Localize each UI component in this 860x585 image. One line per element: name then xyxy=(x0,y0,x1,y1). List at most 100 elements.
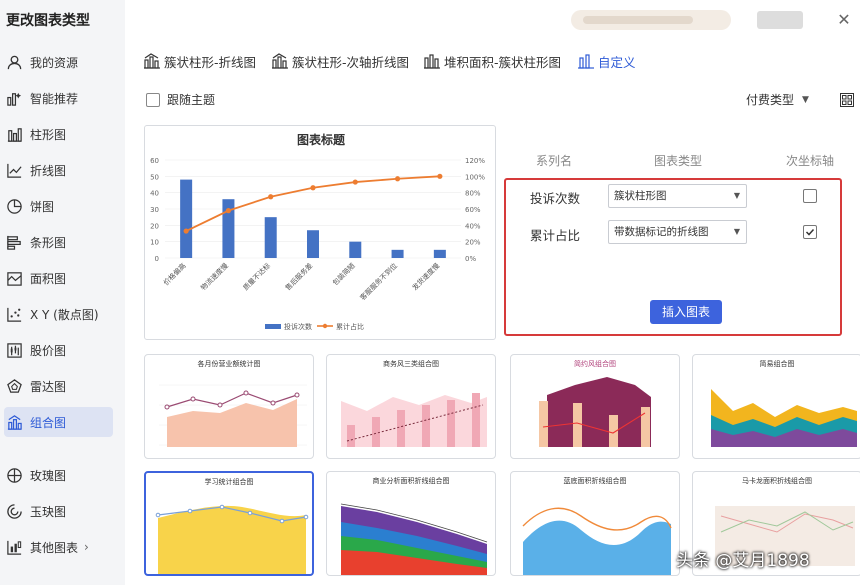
sidebar-item-scatter[interactable]: X Y (散点图) xyxy=(4,299,113,329)
sidebar-item-line[interactable]: 折线图 xyxy=(4,155,113,185)
follow-theme-label: 跟随主题 xyxy=(167,93,216,107)
check-icon xyxy=(805,228,815,236)
bar xyxy=(391,249,404,258)
template-thumbnail[interactable]: 商业分析面积折线组合图 xyxy=(326,471,496,576)
template-thumbnail[interactable]: 简约风组合图 xyxy=(510,354,680,459)
sidebar-item-combo[interactable]: 组合图 xyxy=(4,407,113,437)
tab-label: 簇状柱形-次轴折线图 xyxy=(292,54,410,70)
series-type-select[interactable]: 簇状柱形图 ▼ xyxy=(608,184,747,208)
template-thumbnail[interactable]: 商务风三类组合图 xyxy=(326,354,496,459)
series-name: 投诉次数 xyxy=(530,191,581,206)
thumbnail-chart xyxy=(711,389,857,447)
user-icon xyxy=(5,53,23,71)
avatar[interactable] xyxy=(757,11,803,29)
caret-down-icon: ▼ xyxy=(733,227,740,236)
secondary-axis-checkbox[interactable] xyxy=(803,189,817,203)
checkbox-box xyxy=(146,92,160,107)
tab-clustered-column-line[interactable]: 簇状柱形-折线图 xyxy=(143,50,256,72)
sidebar-item-radar[interactable]: 雷达图 xyxy=(4,371,113,401)
line-point xyxy=(268,194,274,200)
legend-marker xyxy=(322,323,328,329)
sidebar-item-my-resources[interactable]: 我的资源 xyxy=(4,47,113,77)
y-tick-label: 50 xyxy=(150,173,159,181)
custom-chart-icon xyxy=(578,54,594,69)
y-tick-label: 20 xyxy=(150,222,159,230)
sidebar-item-bar[interactable]: 条形图 xyxy=(4,227,113,257)
template-thumbnail[interactable]: 各月份营业额统计图 xyxy=(144,354,314,459)
series-type-value: 簇状柱形图 xyxy=(614,190,667,202)
x-tick-label: 客服服务不到位 xyxy=(358,261,399,302)
y-tick-label: 30 xyxy=(150,206,159,214)
y-tick-label: 60 xyxy=(150,157,159,165)
thumbnail-chart xyxy=(522,507,672,575)
template-thumbnail[interactable]: 简易组合图 xyxy=(692,354,860,459)
y-tick-label: 0 xyxy=(155,255,159,263)
series-name-header: 系列名 xyxy=(536,154,573,168)
sidebar-item-jade-ring[interactable]: 玉玦图 xyxy=(4,496,113,526)
bar-chart-icon xyxy=(5,233,23,251)
series-type-select[interactable]: 带数据标记的折线图 ▼ xyxy=(608,220,747,244)
tab-label: 堆积面积-簇状柱形图 xyxy=(444,54,562,70)
bar xyxy=(307,230,319,258)
sidebar-item-label: 面积图 xyxy=(30,271,67,286)
rose-chart-icon xyxy=(5,466,23,484)
template-thumbnail[interactable]: 蓝底面积折线组合图 xyxy=(510,471,680,576)
thumbnail-chart xyxy=(159,384,307,447)
secondary-axis-checkbox[interactable] xyxy=(803,225,817,239)
pay-type-dropdown[interactable]: 付费类型 ▼ xyxy=(746,91,809,108)
sidebar-item-stock[interactable]: 股价图 xyxy=(4,335,113,365)
pie-chart-icon xyxy=(5,197,23,215)
stacked-column-icon xyxy=(424,54,440,69)
tab-clustered-column-secondary-line[interactable]: 簇状柱形-次轴折线图 xyxy=(271,50,409,72)
sidebar-item-pie[interactable]: 饼图 xyxy=(4,191,113,221)
scatter-chart-icon xyxy=(5,305,23,323)
thumbnail-chart xyxy=(155,504,309,574)
y2-tick-label: 20% xyxy=(465,239,481,247)
grid-view-icon[interactable] xyxy=(840,93,854,107)
tab-stacked-area-column[interactable]: 堆积面积-簇状柱形图 xyxy=(423,50,561,72)
sidebar-item-smart-recommend[interactable]: 智能推荐 xyxy=(4,83,113,113)
y2-tick-label: 40% xyxy=(465,222,481,230)
sidebar-item-label: 雷达图 xyxy=(30,379,67,394)
bar xyxy=(264,217,277,258)
template-thumbnail-selected[interactable]: 学习统计组合图 xyxy=(144,471,314,576)
secondary-axis-header: 次坐标轴 xyxy=(786,154,835,168)
line-point xyxy=(310,185,316,191)
line-chart-icon xyxy=(5,161,23,179)
thumbnail-chart xyxy=(341,393,487,447)
area-chart-icon xyxy=(5,269,23,287)
y-tick-label: 10 xyxy=(150,239,159,247)
sidebar-item-area[interactable]: 面积图 xyxy=(4,263,113,293)
sidebar-item-other[interactable]: 其他图表 › xyxy=(4,532,113,562)
follow-theme-checkbox[interactable]: 跟随主题 xyxy=(146,91,215,108)
x-tick-label: 物流速度慢 xyxy=(199,261,230,292)
sidebar-item-label: 我的资源 xyxy=(30,55,79,70)
chart-title: 图表标题 xyxy=(297,132,346,147)
account-banner xyxy=(571,10,731,30)
line-point xyxy=(394,176,401,182)
y2-tick-label: 100% xyxy=(465,173,485,181)
series-type-value: 带数据标记的折线图 xyxy=(614,226,709,238)
sidebar-item-label: 条形图 xyxy=(30,235,67,250)
sidebar-item-label: 智能推荐 xyxy=(30,91,79,106)
x-tick-label: 价格偏高 xyxy=(161,261,187,287)
tab-custom[interactable]: 自定义 xyxy=(577,50,636,72)
line-point xyxy=(225,208,232,214)
sidebar: 更改图表类型 我的资源 智能推荐 柱形图 折线图 饼图 条形图 面积图 X Y … xyxy=(0,0,125,585)
sidebar-item-label: 股价图 xyxy=(30,343,67,358)
sidebar-item-label: 玉玦图 xyxy=(30,504,67,519)
combo-chart-icon xyxy=(144,53,160,69)
caret-down-icon: ▼ xyxy=(733,191,740,200)
caret-down-icon: ▼ xyxy=(802,94,809,105)
jade-ring-chart-icon xyxy=(5,502,23,520)
stock-chart-icon xyxy=(5,341,23,359)
line-point xyxy=(183,228,189,234)
insert-chart-button[interactable]: 插入图表 xyxy=(650,300,722,324)
sidebar-item-label: X Y (散点图) xyxy=(30,307,99,322)
sidebar-item-column[interactable]: 柱形图 xyxy=(4,119,113,149)
x-tick-label: 包装简陋 xyxy=(331,261,357,287)
sidebar-item-rose[interactable]: 玫瑰图 xyxy=(4,460,113,490)
bar xyxy=(222,199,235,258)
sidebar-item-label: 折线图 xyxy=(30,163,67,178)
close-icon[interactable]: ✕ xyxy=(833,9,855,31)
